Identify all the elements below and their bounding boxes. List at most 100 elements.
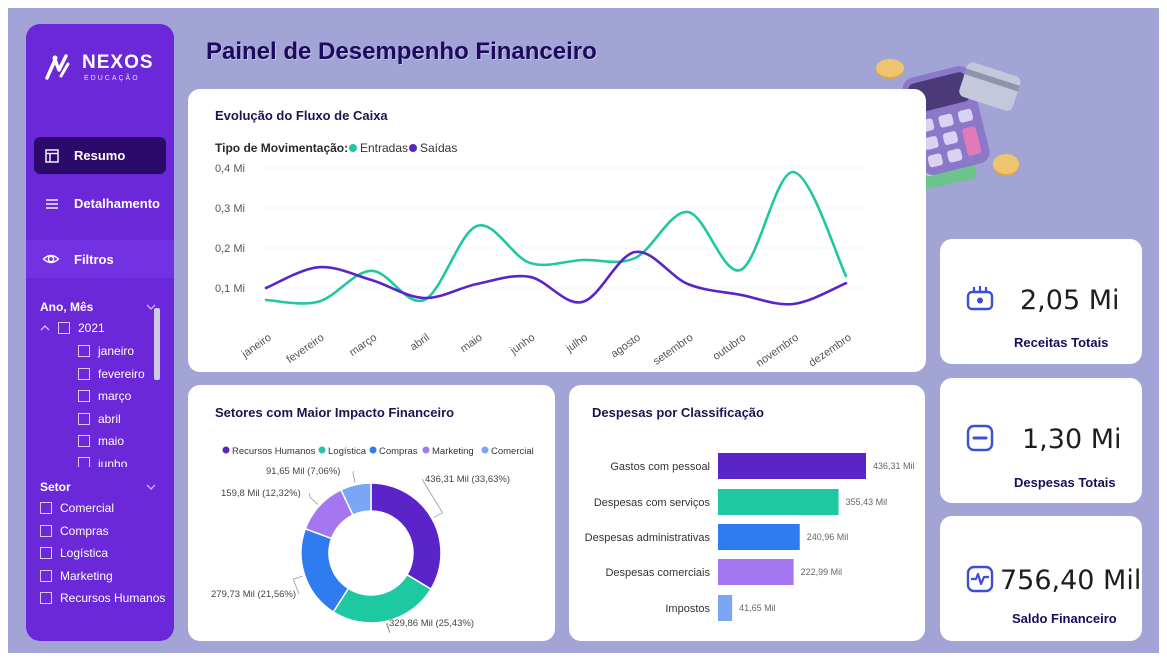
- slicer-month-item[interactable]: maio: [78, 434, 124, 448]
- logo-text: NEXOS: [82, 52, 154, 73]
- slicer-month-item[interactable]: junho: [78, 456, 127, 467]
- nav-resumo-label: Resumo: [74, 148, 126, 163]
- kpi-despesas-label: Despesas Totais: [1014, 475, 1116, 490]
- checkbox[interactable]: [78, 345, 90, 357]
- bar-category-label: Despesas com serviços: [594, 497, 711, 509]
- bar-category-label: Gastos com pessoal: [610, 461, 710, 473]
- slicer-sector-item[interactable]: Marketing: [40, 569, 113, 583]
- checkbox[interactable]: [78, 456, 90, 467]
- slicer-month-item[interactable]: fevereiro: [78, 367, 145, 381]
- filters-toggle[interactable]: Filtros: [26, 240, 174, 278]
- nav-resumo[interactable]: Resumo: [34, 137, 166, 174]
- bar[interactable]: [718, 489, 839, 515]
- chevron-up-icon[interactable]: [40, 323, 50, 333]
- eye-icon: [42, 250, 60, 268]
- donut-slice[interactable]: [332, 573, 432, 624]
- legend-label: Logística: [328, 446, 367, 457]
- x-tick-label: janeiro: [239, 332, 274, 361]
- slicer-month-label: abril: [98, 411, 121, 426]
- checkbox[interactable]: [40, 524, 52, 537]
- bar[interactable]: [718, 595, 733, 621]
- checkbox[interactable]: [78, 435, 90, 447]
- bar-data-label: 222,99 Mil: [801, 567, 843, 577]
- checkbox[interactable]: [78, 367, 90, 380]
- x-tick-label: dezembro: [807, 332, 854, 370]
- sectors-donut-chart[interactable]: Recursos Humanos Logística Compras Marketin…: [188, 385, 555, 641]
- legend-marker: [409, 144, 417, 152]
- kpi-despesas-value: 1,30 Mi: [1022, 424, 1122, 455]
- slicer-sector-title: Setor: [40, 480, 71, 494]
- pulse-icon: [966, 565, 994, 593]
- leader-line: [352, 470, 356, 483]
- bar[interactable]: [718, 524, 800, 550]
- bar-category-label: Impostos: [665, 603, 710, 615]
- donut-slice[interactable]: [370, 482, 442, 591]
- bar[interactable]: [718, 453, 866, 479]
- slicer-month-label: fevereiro: [98, 366, 145, 381]
- kpi-receitas-label: Receitas Totais: [1014, 335, 1109, 350]
- slice-data-label: 159,8 Mil (12,32%): [221, 488, 301, 499]
- slicer-sector-item[interactable]: Comercial: [40, 501, 114, 515]
- legend-label: Comercial: [491, 446, 534, 457]
- checkbox[interactable]: [40, 547, 52, 559]
- chevron-down-icon[interactable]: [146, 482, 156, 492]
- legend-label: Compras: [379, 446, 418, 457]
- slicer-sector-item[interactable]: Recursos Humanos: [40, 591, 165, 605]
- slicer-sector-item[interactable]: Logística: [40, 546, 108, 560]
- layout-icon: [44, 148, 60, 164]
- y-tick-label: 0,1 Mi: [215, 283, 245, 295]
- slice-data-label: 279,73 Mil (21,56%): [211, 589, 296, 600]
- y-tick-label: 0,3 Mi: [215, 203, 245, 215]
- page-title: Painel de Desempenho Financeiro: [206, 38, 597, 65]
- cashflow-line-chart[interactable]: Tipo de Movimentação: Entradas Saídas 0,1 …: [188, 89, 926, 372]
- slicer-month-label: maio: [98, 434, 125, 448]
- slicer-sector-label: Recursos Humanos: [60, 591, 166, 605]
- slicer-year-row[interactable]: 2021: [40, 321, 105, 335]
- x-tick-label: novembro: [754, 332, 801, 370]
- slice-data-label: 436,31 Mil (33,63%): [425, 474, 510, 485]
- nexos-logo-icon: [45, 54, 70, 80]
- checkbox[interactable]: [40, 569, 52, 582]
- kpi-saldo-label: Saldo Financeiro: [1012, 611, 1117, 626]
- x-tick-label: julho: [563, 332, 590, 356]
- slicer-scrollbar[interactable]: [154, 308, 160, 380]
- logo-subtext: EDUCAÇÃO: [84, 75, 140, 82]
- checkbox[interactable]: [58, 322, 70, 334]
- kpi-receitas-card: 2,05 Mi Receitas Totais: [940, 239, 1142, 364]
- minus-icon: [966, 424, 994, 452]
- legend-marker: [481, 446, 489, 454]
- checkbox[interactable]: [78, 390, 90, 402]
- x-tick-label: setembro: [651, 332, 695, 368]
- slicer-month-item[interactable]: março: [78, 389, 131, 403]
- nav-detalhamento[interactable]: Detalhamento: [34, 185, 166, 222]
- x-tick-label: fevereiro: [285, 332, 327, 366]
- expenses-bar-chart[interactable]: Gastos com pessoal 436,31 Mil Despesas com…: [569, 385, 925, 641]
- bar[interactable]: [718, 559, 794, 585]
- y-tick-label: 0,4 Mi: [215, 163, 245, 175]
- slicer-date-title: Ano, Mês: [40, 300, 94, 314]
- slice-data-label: 329,86 Mil (25,43%): [389, 618, 474, 629]
- wallet-icon: [966, 286, 994, 311]
- donut-slice[interactable]: [300, 527, 350, 614]
- nav-detalhamento-label: Detalhamento: [74, 196, 160, 211]
- series-line-0[interactable]: [264, 170, 848, 305]
- checkbox[interactable]: [78, 412, 90, 425]
- slicer-year-label: 2021: [78, 321, 105, 335]
- bar-data-label: 436,31 Mil: [873, 461, 915, 471]
- dashboard-canvas: NEXOS EDUCAÇÃO Resumo Detalhamento Filtr…: [8, 8, 1159, 653]
- checkbox[interactable]: [40, 502, 52, 514]
- bar-data-label: 355,43 Mil: [846, 497, 888, 507]
- legend-marker: [422, 446, 430, 454]
- slicer-sector-item[interactable]: Compras: [40, 524, 109, 538]
- kpi-receitas-value: 2,05 Mi: [1020, 285, 1120, 316]
- checkbox[interactable]: [40, 592, 52, 604]
- x-tick-label: abril: [408, 332, 432, 354]
- filters-label: Filtros: [74, 251, 114, 267]
- bar-category-label: Despesas administrativas: [585, 532, 711, 544]
- x-tick-label: maio: [458, 332, 484, 356]
- legend-marker: [318, 446, 326, 454]
- legend-label: Entradas: [360, 141, 408, 155]
- x-tick-label: junho: [508, 332, 538, 358]
- slicer-month-item[interactable]: abril: [78, 412, 121, 426]
- slicer-month-item[interactable]: janeiro: [78, 344, 134, 358]
